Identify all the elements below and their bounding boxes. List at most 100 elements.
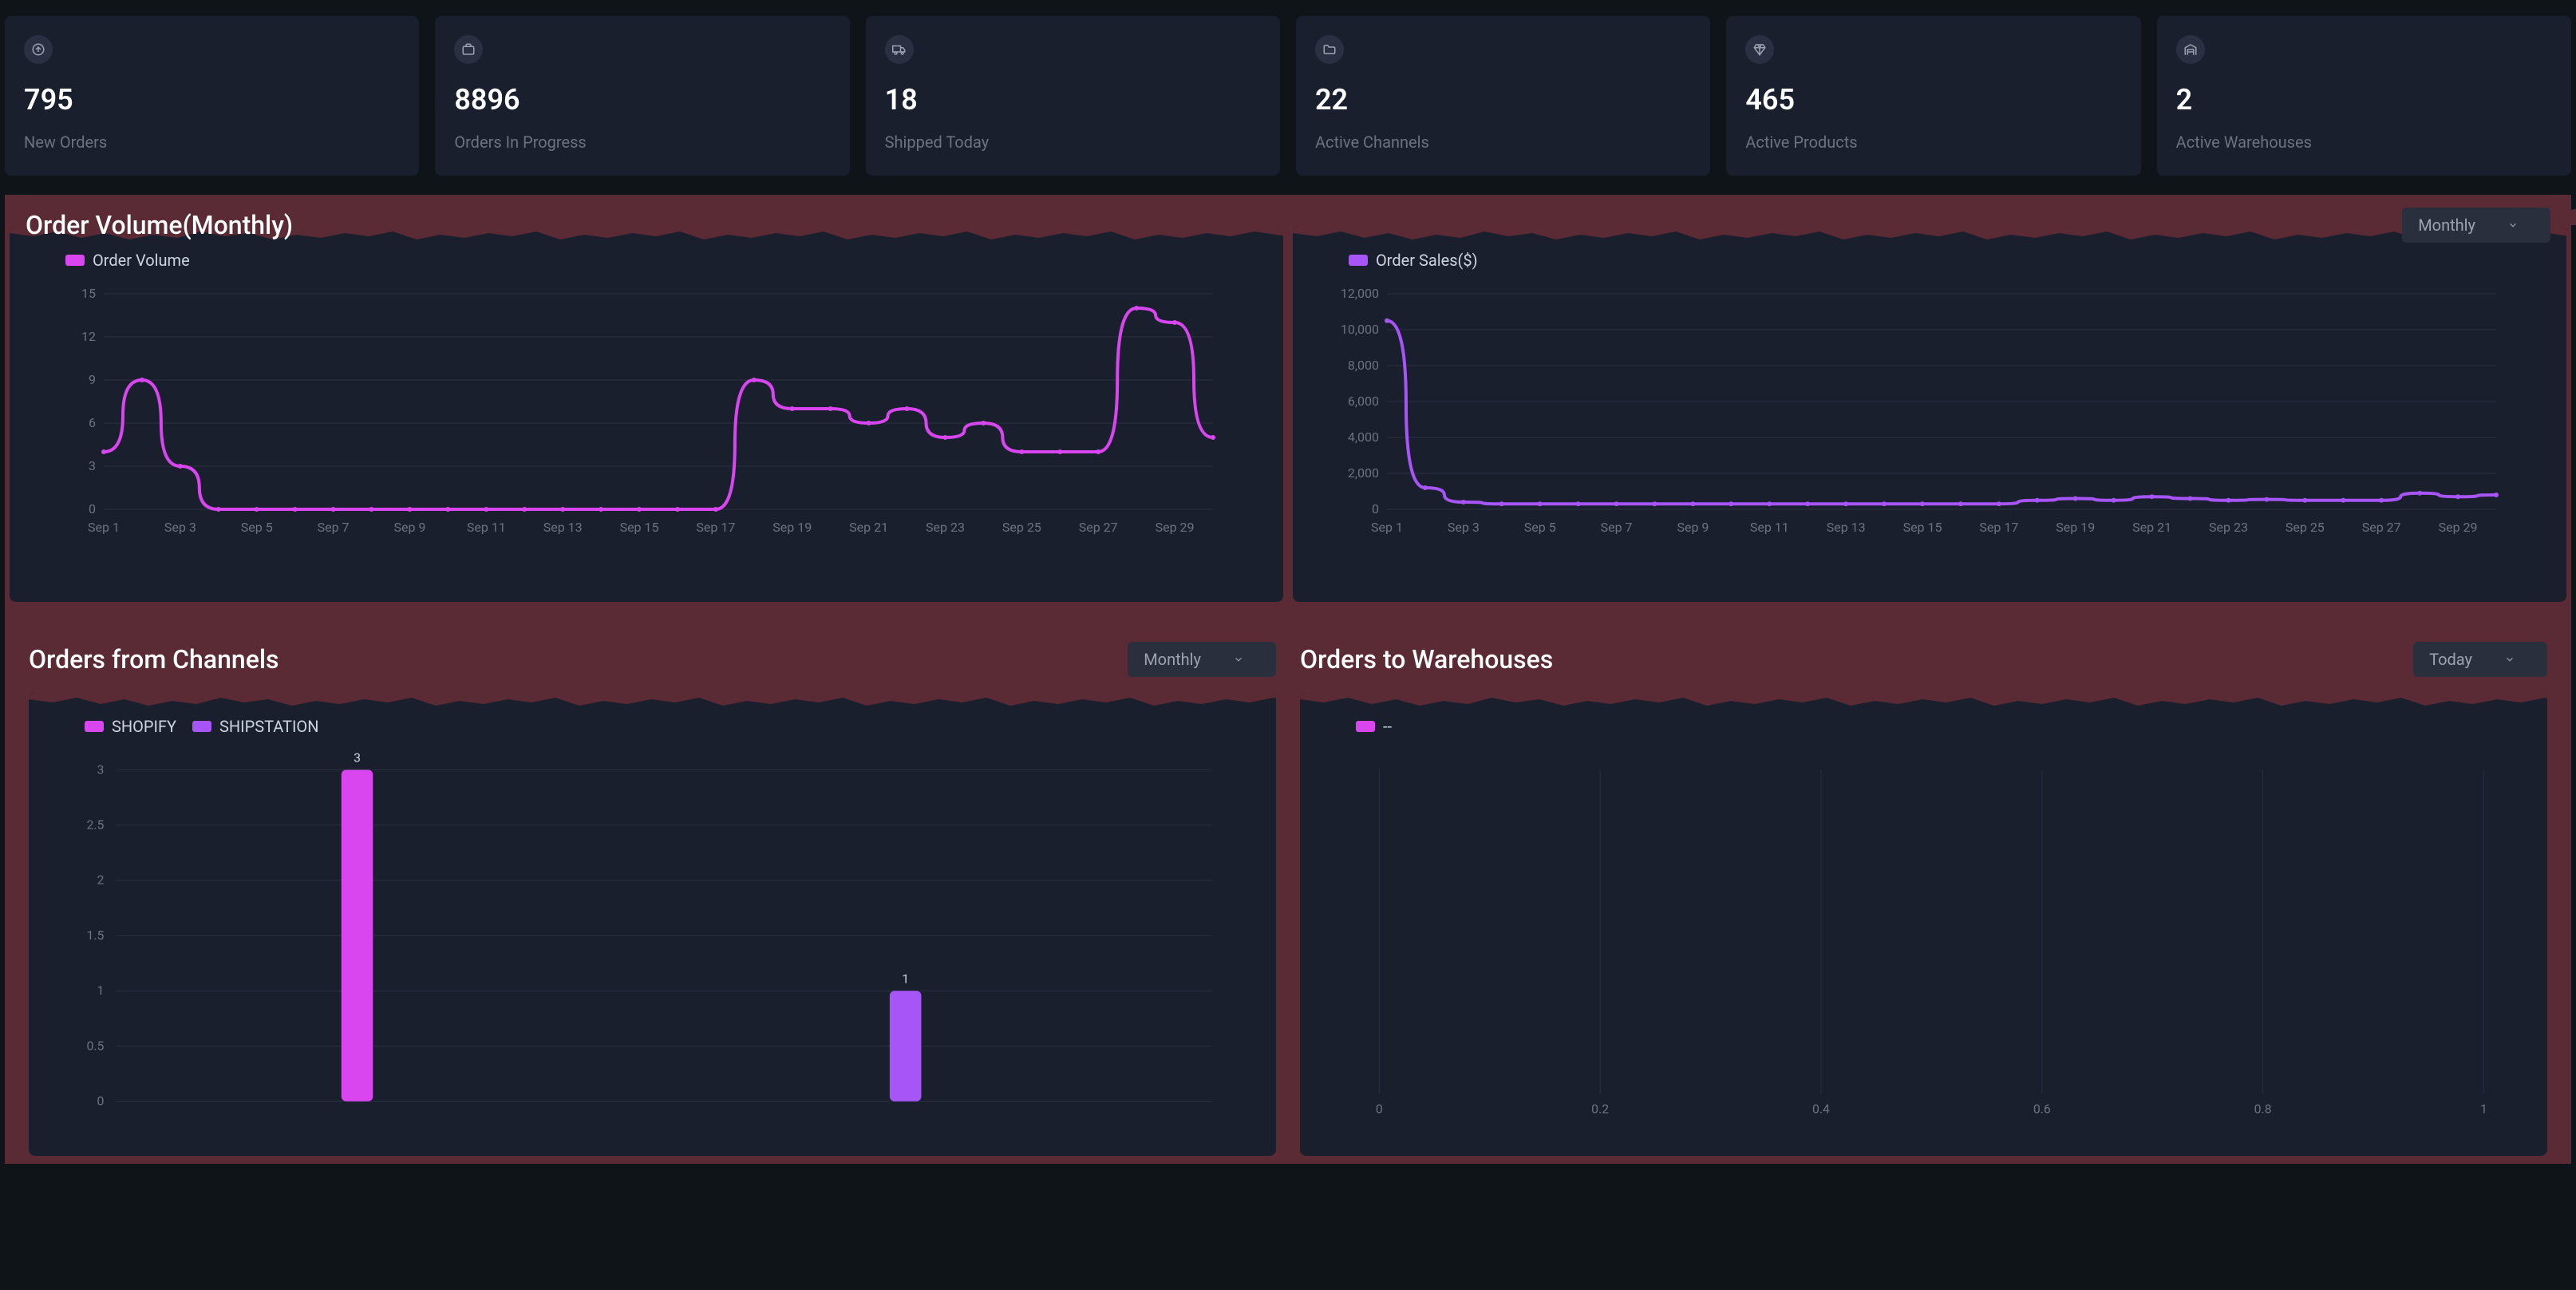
svg-text:4,000: 4,000 xyxy=(1348,429,1379,445)
svg-text:Sep 1: Sep 1 xyxy=(88,520,120,535)
svg-text:Sep 1: Sep 1 xyxy=(1371,520,1403,535)
charts-row-1: Order Volume 03691215Sep 1Sep 3Sep 5Sep … xyxy=(5,227,2571,602)
legend-item-shipstation: SHIPSTATION xyxy=(192,717,318,736)
period-dropdown[interactable]: Today xyxy=(2413,642,2547,677)
svg-text:0.8: 0.8 xyxy=(2254,1101,2272,1116)
line-chart: 03691215Sep 1Sep 3Sep 5Sep 7Sep 9Sep 11S… xyxy=(41,286,1251,541)
svg-text:10,000: 10,000 xyxy=(1341,322,1379,337)
svg-text:Sep 17: Sep 17 xyxy=(696,520,735,535)
legend-label: SHIPSTATION xyxy=(219,717,318,736)
svg-text:Sep 7: Sep 7 xyxy=(1601,520,1633,535)
chart-legend: SHOPIFY SHIPSTATION xyxy=(85,717,1244,736)
svg-text:Sep 29: Sep 29 xyxy=(2439,520,2478,535)
svg-text:Sep 25: Sep 25 xyxy=(2286,520,2325,535)
svg-text:Sep 25: Sep 25 xyxy=(1002,520,1041,535)
chart-legend: -- xyxy=(1356,717,2515,736)
dropdown-label: Today xyxy=(2429,650,2472,669)
chevron-down-icon xyxy=(2504,654,2515,665)
svg-text:0: 0 xyxy=(89,501,96,516)
svg-text:6: 6 xyxy=(89,415,96,430)
section-title: Order Volume(Monthly) xyxy=(26,210,293,240)
section-title: Orders from Channels xyxy=(29,644,279,675)
stat-card-new-orders: 795 New Orders xyxy=(5,16,419,176)
svg-text:Sep 3: Sep 3 xyxy=(1448,520,1480,535)
chevron-down-icon xyxy=(2507,220,2519,231)
chevron-down-icon xyxy=(1233,654,1244,665)
svg-text:2: 2 xyxy=(97,873,104,888)
svg-text:1: 1 xyxy=(2480,1101,2487,1116)
stat-card-in-progress: 8896 Orders In Progress xyxy=(435,16,849,176)
svg-text:Sep 15: Sep 15 xyxy=(620,520,659,535)
svg-text:Sep 3: Sep 3 xyxy=(164,520,196,535)
svg-text:Sep 21: Sep 21 xyxy=(2132,520,2171,535)
chart-plot-area: 03691215Sep 1Sep 3Sep 5Sep 7Sep 9Sep 11S… xyxy=(41,286,1251,541)
stat-value: 8896 xyxy=(454,83,830,117)
svg-text:Sep 5: Sep 5 xyxy=(241,520,273,535)
stat-value: 795 xyxy=(24,83,400,117)
column-channels: Orders from Channels Monthly SHOPIFY xyxy=(29,642,1276,1156)
svg-text:Sep 11: Sep 11 xyxy=(467,520,506,535)
jagged-card-divider-icon xyxy=(29,693,1276,709)
stat-label: Active Warehouses xyxy=(2176,133,2552,152)
section-title: Orders to Warehouses xyxy=(1300,644,1553,675)
svg-text:9: 9 xyxy=(89,372,96,387)
chart-plot-area: 00.511.522.5331 xyxy=(61,752,1244,1119)
stat-card-warehouses: 2 Active Warehouses xyxy=(2157,16,2571,176)
bar-chart: 00.511.522.5331 xyxy=(61,752,1244,1119)
svg-text:Sep 13: Sep 13 xyxy=(543,520,583,535)
chart-plot-area: 00.20.40.60.81 xyxy=(1332,752,2515,1119)
svg-text:3: 3 xyxy=(97,762,104,777)
stat-label: New Orders xyxy=(24,133,400,152)
stat-card-channels: 22 Active Channels xyxy=(1296,16,1710,176)
dropdown-label: Monthly xyxy=(1144,650,1201,669)
stat-value: 465 xyxy=(1745,83,2121,117)
svg-text:3: 3 xyxy=(354,752,361,765)
chart-card-warehouses: -- 00.20.40.60.81 xyxy=(1300,693,2547,1156)
svg-text:0.2: 0.2 xyxy=(1591,1101,1609,1116)
svg-text:8,000: 8,000 xyxy=(1348,358,1379,373)
svg-text:0: 0 xyxy=(1372,501,1379,516)
briefcase-icon xyxy=(454,35,483,64)
folder-icon xyxy=(1315,35,1344,64)
svg-text:2,000: 2,000 xyxy=(1348,465,1379,481)
svg-text:Sep 21: Sep 21 xyxy=(849,520,888,535)
period-dropdown[interactable]: Monthly xyxy=(2402,208,2550,243)
column-warehouses: Orders to Warehouses Today -- 00.2 xyxy=(1300,642,2547,1156)
chart-plot-area: 02,0004,0006,0008,00010,00012,000Sep 1Se… xyxy=(1325,286,2535,541)
legend-item: Order Volume xyxy=(65,251,190,270)
stat-label: Active Channels xyxy=(1315,133,1691,152)
svg-text:0.4: 0.4 xyxy=(1812,1101,1830,1116)
chart-legend: Order Sales($) xyxy=(1349,251,2535,270)
section-header-warehouses: Orders to Warehouses Today xyxy=(1300,642,2547,677)
legend-swatch xyxy=(85,721,104,732)
legend-label: -- xyxy=(1383,717,1392,736)
svg-text:0.5: 0.5 xyxy=(86,1038,104,1053)
svg-text:Sep 9: Sep 9 xyxy=(393,520,425,535)
warehouse-icon xyxy=(2176,35,2205,64)
svg-text:0.6: 0.6 xyxy=(2033,1101,2051,1116)
section-header-order-volume: Order Volume(Monthly) Monthly xyxy=(5,208,2571,243)
stat-value: 2 xyxy=(2176,83,2552,117)
svg-text:2.5: 2.5 xyxy=(86,817,104,833)
svg-text:6,000: 6,000 xyxy=(1348,394,1379,409)
stats-row: 795 New Orders 8896 Orders In Progress 1… xyxy=(5,16,2571,176)
svg-text:0: 0 xyxy=(97,1094,104,1109)
legend-item: -- xyxy=(1356,717,1392,736)
truck-icon xyxy=(885,35,914,64)
svg-text:Sep 5: Sep 5 xyxy=(1524,520,1556,535)
charts-row-2: Orders from Channels Monthly SHOPIFY xyxy=(5,642,2571,1156)
svg-text:Sep 7: Sep 7 xyxy=(318,520,350,535)
stat-label: Shipped Today xyxy=(885,133,1261,152)
chart-card-order-sales: Order Sales($) 0 2,000 4,000 6,000 8,000 10,0… xyxy=(1293,227,2566,602)
arrow-up-circle-icon xyxy=(24,35,53,64)
chart-legend: Order Volume xyxy=(65,251,1251,270)
svg-text:12: 12 xyxy=(81,329,96,344)
period-dropdown[interactable]: Monthly xyxy=(1128,642,1276,677)
stat-label: Orders In Progress xyxy=(454,133,830,152)
svg-text:Sep 9: Sep 9 xyxy=(1677,520,1709,535)
legend-swatch xyxy=(1356,721,1375,732)
legend-label: Order Volume xyxy=(93,251,190,270)
svg-text:Sep 23: Sep 23 xyxy=(926,520,965,535)
diamond-icon xyxy=(1745,35,1774,64)
svg-text:1: 1 xyxy=(902,971,909,986)
